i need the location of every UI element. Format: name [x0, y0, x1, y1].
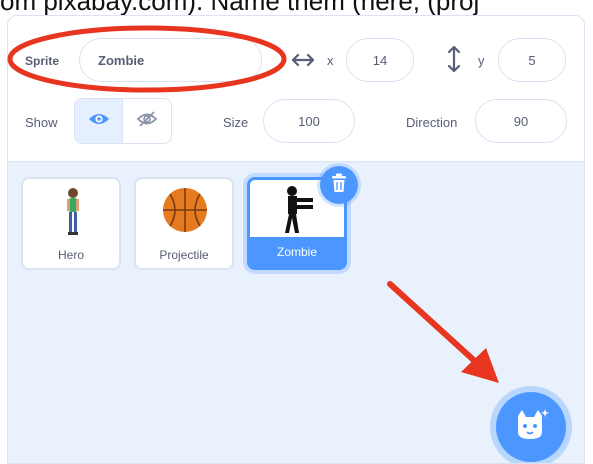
eye-icon [88, 111, 110, 132]
size-input[interactable]: 100 [263, 99, 355, 143]
sprite-info-panel: Sprite Zombie x 14 y 5 Show Size 100 Dir… [8, 16, 584, 162]
y-position-input[interactable]: 5 [498, 38, 566, 82]
direction-label: Direction [406, 115, 458, 130]
show-label: Show [25, 115, 58, 130]
x-label: x [327, 53, 334, 68]
zombie-sprite-thumbnail [280, 185, 316, 242]
basketball-sprite-thumbnail [162, 187, 208, 238]
show-visible-button[interactable] [75, 99, 124, 143]
sprite-tile-hero[interactable]: Hero [21, 177, 121, 270]
horizontal-arrows-icon [291, 52, 315, 73]
delete-sprite-button[interactable] [320, 166, 358, 204]
hero-sprite-thumbnail [61, 187, 85, 242]
eye-slash-icon [136, 110, 158, 133]
y-label: y [478, 53, 485, 68]
vertical-arrows-icon [447, 45, 461, 77]
x-position-input[interactable]: 14 [346, 38, 414, 82]
choose-sprite-button[interactable] [496, 392, 566, 462]
sprite-name-zombie: Zombie [250, 237, 344, 267]
caption-text: om pixabay.com). Name them (here, (proj [0, 0, 480, 16]
sprite-name-projectile: Projectile [159, 248, 209, 262]
visibility-toggle [74, 98, 172, 144]
sprite-label: Sprite [25, 54, 60, 68]
size-label: Size [223, 115, 249, 130]
cat-icon [512, 408, 550, 447]
direction-input[interactable]: 90 [475, 99, 567, 143]
trash-icon [330, 173, 348, 198]
show-hidden-button[interactable] [123, 99, 171, 143]
sprite-name-hero: Hero [57, 248, 84, 262]
sprite-pane: Sprite Zombie x 14 y 5 Show Size 100 Dir… [7, 15, 585, 464]
sprite-name-input[interactable]: Zombie [79, 38, 262, 82]
sprite-tile-projectile[interactable]: Projectile [134, 177, 234, 270]
